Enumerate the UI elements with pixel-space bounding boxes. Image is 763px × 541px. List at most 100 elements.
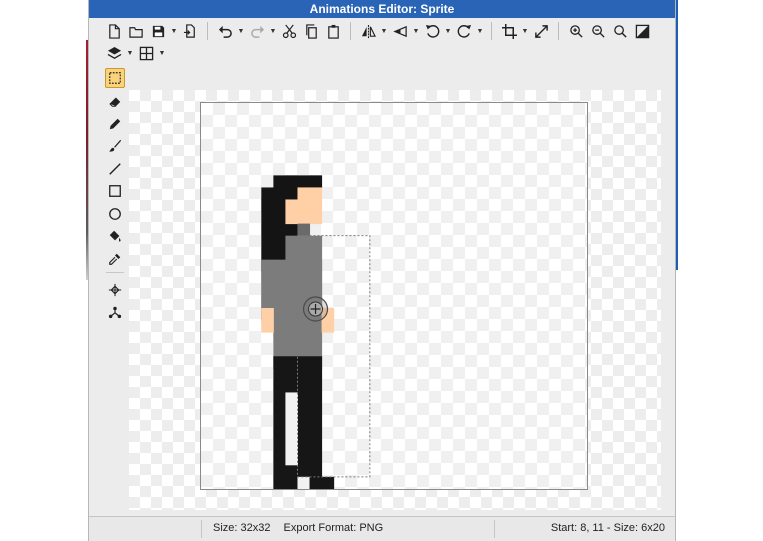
status-bar: Size: 32x32 Export Format: PNG Start: 8,…: [89, 516, 675, 541]
toolbar-separator: [491, 22, 492, 40]
zoom-out-icon: [591, 24, 606, 39]
toolbar: ▼ ▼ ▼ ▼ ▼ ▼ ▼ ▼ ▼ ▼: [103, 18, 675, 66]
paste-button[interactable]: [322, 20, 344, 42]
brush-icon: [108, 139, 122, 153]
background-right: [676, 0, 763, 541]
cut-button[interactable]: [278, 20, 300, 42]
ellipse-tool[interactable]: [105, 204, 125, 224]
rectangle-tool[interactable]: [105, 181, 125, 201]
zoom-in-button[interactable]: [565, 20, 587, 42]
animations-editor-window: Animations Editor: Sprite ▼ ▼ ▼ ▼ ▼ ▼ ▼ ▼ ▼ ▼ Si…: [88, 0, 676, 541]
zoom-in-icon: [569, 24, 584, 39]
origin-tool[interactable]: [105, 280, 125, 300]
toolbar-separator: [350, 22, 351, 40]
sprite-hair: [261, 187, 298, 200]
brush-tool[interactable]: [105, 136, 125, 156]
flip-vertical-icon: [392, 24, 408, 39]
save-button[interactable]: [147, 20, 169, 42]
zoom-fit-icon: [613, 24, 628, 39]
crop-button[interactable]: [498, 20, 520, 42]
toggle-background-button[interactable]: [631, 20, 653, 42]
tool-separator: [106, 272, 124, 273]
rotate-right-button[interactable]: [453, 20, 475, 42]
tool-palette: [103, 66, 127, 526]
rotate-left-icon: [425, 24, 440, 39]
sprite-hair: [261, 199, 286, 213]
toolbar-row-main: ▼ ▼ ▼ ▼ ▼ ▼ ▼ ▼: [103, 20, 653, 42]
rectangle-select-tool[interactable]: [105, 68, 125, 88]
grid-button[interactable]: [135, 42, 157, 64]
open-folder-button[interactable]: [125, 20, 147, 42]
rotate-right-dropdown-arrow[interactable]: ▼: [475, 20, 485, 42]
line-tool[interactable]: [105, 159, 125, 179]
rotate-left-dropdown-arrow[interactable]: ▼: [443, 20, 453, 42]
background-left: [0, 0, 88, 541]
save-dropdown-arrow[interactable]: ▼: [169, 20, 179, 42]
grid-icon: [139, 46, 154, 61]
ellipse-icon: [108, 207, 122, 221]
pencil-icon: [108, 117, 122, 131]
window-title: Animations Editor: Sprite: [89, 0, 675, 18]
flip-vertical-button[interactable]: [389, 20, 411, 42]
sprite-right-leg: [297, 368, 323, 478]
new-file-button[interactable]: [103, 20, 125, 42]
paste-icon: [326, 24, 341, 39]
crop-icon: [501, 23, 517, 39]
rectangle-select-icon: [108, 71, 122, 85]
flip-vertical-dropdown-arrow[interactable]: ▼: [411, 20, 421, 42]
layers-button[interactable]: [103, 42, 125, 64]
fill-bucket-icon: [108, 229, 122, 243]
export-button[interactable]: [179, 20, 201, 42]
grid-dropdown-arrow[interactable]: ▼: [157, 42, 167, 64]
sprite-shoe: [309, 476, 335, 489]
rotate-left-button[interactable]: [421, 20, 443, 42]
canvas-area[interactable]: [129, 90, 661, 510]
flip-horizontal-button[interactable]: [357, 20, 379, 42]
status-selection: Start: 8, 11 - Size: 6x20: [550, 522, 665, 534]
origin-icon: [108, 283, 122, 297]
eyedropper-tool[interactable]: [105, 249, 125, 269]
fill-bucket-tool[interactable]: [105, 226, 125, 246]
new-file-icon: [107, 23, 122, 39]
move-handle-icon[interactable]: [302, 296, 329, 322]
sprite-canvas[interactable]: [200, 102, 588, 490]
copy-button[interactable]: [300, 20, 322, 42]
undo-dropdown-arrow[interactable]: ▼: [236, 20, 246, 42]
attach-point-icon: [108, 305, 122, 319]
resize-button[interactable]: [530, 20, 552, 42]
zoom-fit-button[interactable]: [609, 20, 631, 42]
crop-dropdown-arrow[interactable]: ▼: [520, 20, 530, 42]
layers-icon: [107, 46, 122, 61]
eyedropper-icon: [108, 252, 122, 266]
toolbar-separator: [207, 22, 208, 40]
line-icon: [108, 162, 122, 176]
undo-icon: [218, 24, 233, 39]
cut-icon: [282, 24, 297, 39]
rectangle-icon: [108, 184, 122, 198]
status-size: Size: 32x32: [213, 522, 271, 534]
layers-dropdown-arrow[interactable]: ▼: [125, 42, 135, 64]
flip-horizontal-icon: [361, 24, 376, 39]
sprite-shirt: [285, 235, 323, 261]
sprite-hair: [273, 175, 323, 188]
eraser-tool[interactable]: [105, 91, 125, 111]
toggle-background-icon: [635, 24, 650, 39]
sprite-leg-gap: [285, 392, 298, 466]
sprite-face: [297, 187, 323, 200]
sprite-face: [285, 199, 323, 225]
pencil-tool[interactable]: [105, 114, 125, 134]
toolbar-row-view: ▼ ▼: [103, 42, 167, 64]
undo-button[interactable]: [214, 20, 236, 42]
status-export-format: Export Format: PNG: [283, 522, 384, 534]
flip-horizontal-dropdown-arrow[interactable]: ▼: [379, 20, 389, 42]
zoom-out-button[interactable]: [587, 20, 609, 42]
toolbar-separator: [558, 22, 559, 40]
open-folder-icon: [128, 24, 144, 39]
copy-icon: [304, 23, 319, 39]
redo-button[interactable]: [246, 20, 268, 42]
attach-point-tool[interactable]: [105, 302, 125, 322]
resize-icon: [534, 24, 549, 39]
redo-dropdown-arrow[interactable]: ▼: [268, 20, 278, 42]
save-icon: [151, 24, 166, 39]
sprite-shoe: [273, 476, 298, 489]
